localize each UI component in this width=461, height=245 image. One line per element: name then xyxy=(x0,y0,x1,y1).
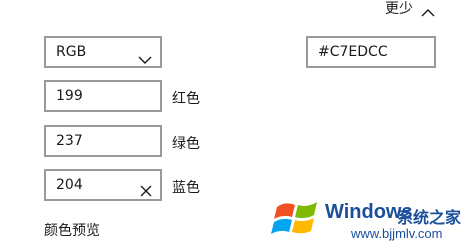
color-model-value: RGB xyxy=(56,44,87,60)
green-value: 237 xyxy=(56,133,83,149)
preview-label: 颜色预览 xyxy=(44,223,100,239)
hex-input[interactable]: #C7EDCC xyxy=(306,36,436,68)
clear-icon[interactable] xyxy=(140,179,152,197)
windows-logo-icon xyxy=(271,193,323,241)
chevron-up-icon xyxy=(421,3,435,17)
hex-value: #C7EDCC xyxy=(318,44,388,60)
chevron-down-icon xyxy=(138,47,152,64)
red-label: 红色 xyxy=(172,91,200,107)
color-model-select[interactable]: RGB xyxy=(44,36,162,68)
red-value: 199 xyxy=(56,88,83,104)
red-input[interactable]: 199 xyxy=(44,80,162,112)
watermark-url: www.bjjmlv.com xyxy=(351,226,443,241)
blue-value: 204 xyxy=(56,177,83,193)
blue-label: 蓝色 xyxy=(172,180,200,196)
less-label: 更少 xyxy=(385,1,413,17)
less-toggle[interactable]: 更少 xyxy=(385,0,435,18)
green-label: 绿色 xyxy=(172,136,200,152)
watermark-site: 系统之家 xyxy=(397,208,461,227)
green-input[interactable]: 237 xyxy=(44,125,162,157)
blue-input[interactable]: 204 xyxy=(44,169,162,201)
